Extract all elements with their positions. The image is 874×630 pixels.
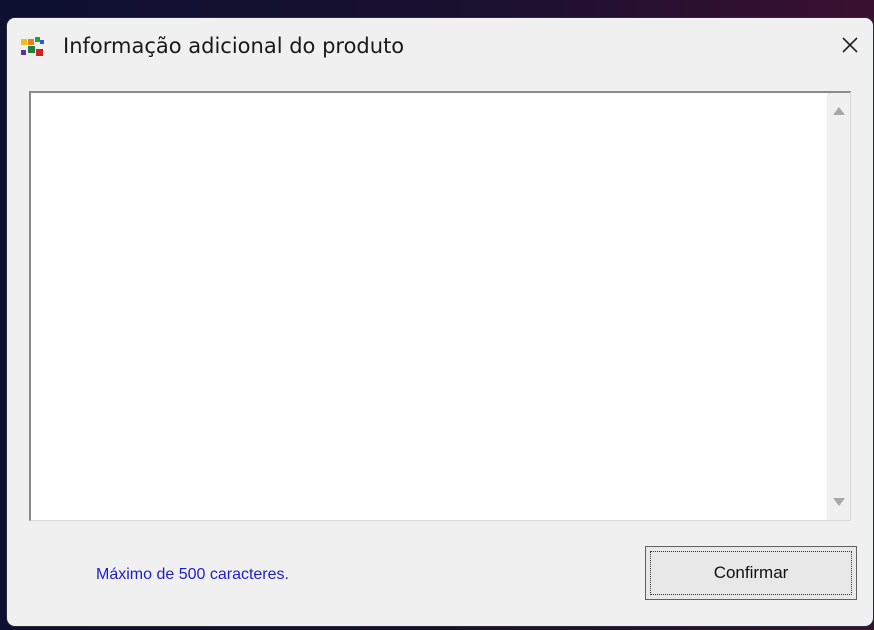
triangle-down-icon [832, 494, 846, 512]
triangle-up-icon [832, 103, 846, 121]
close-button[interactable] [827, 18, 873, 76]
title-bar[interactable]: Informação adicional do produto [7, 18, 873, 76]
scroll-up-button[interactable] [827, 101, 850, 123]
colored-blocks-icon [21, 37, 45, 57]
additional-info-input[interactable] [31, 93, 828, 520]
confirm-button[interactable]: Confirmar [645, 546, 857, 600]
additional-info-textbox [29, 91, 851, 521]
window-title: Informação adicional do produto [63, 34, 405, 58]
confirm-button-label: Confirmar [713, 563, 789, 582]
close-icon [841, 36, 859, 59]
dialog-window: Informação adicional do produto Máximo d… [7, 18, 873, 626]
vertical-scrollbar[interactable] [827, 93, 850, 520]
max-characters-label: Máximo de 500 caracteres. [96, 566, 289, 583]
scroll-down-button[interactable] [827, 492, 850, 514]
